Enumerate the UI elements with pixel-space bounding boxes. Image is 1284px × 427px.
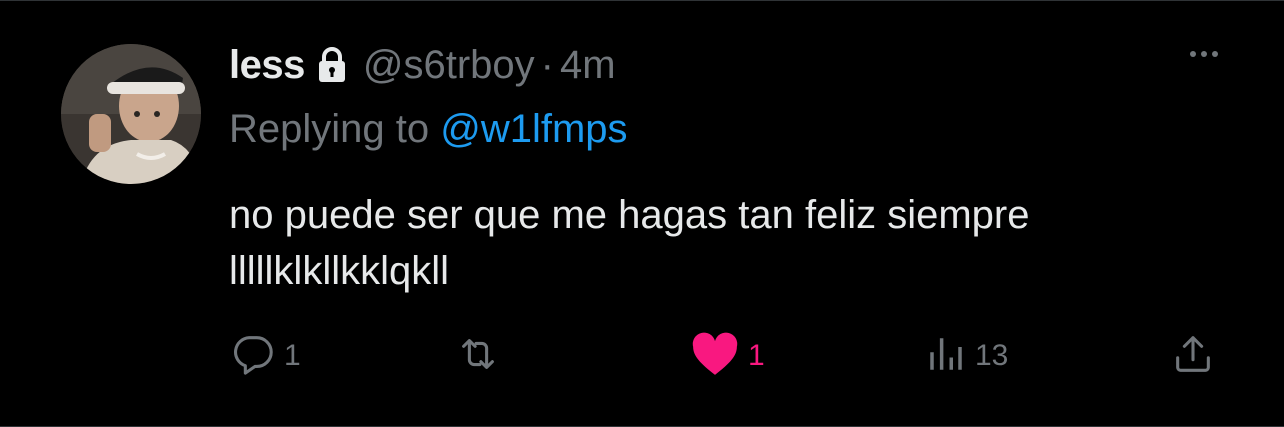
share-button[interactable]: [1170, 326, 1216, 386]
reply-icon: [230, 331, 276, 382]
tweet-text-line: lllllklkllkklqkll: [229, 249, 449, 293]
lock-icon: [317, 47, 347, 83]
like-count: 1: [748, 339, 765, 372]
tweet[interactable]: less @s6trboy · 4m Replying to @w1lfmps …: [0, 0, 1284, 427]
more-icon[interactable]: [1190, 51, 1218, 57]
tweet-text-line: no puede ser que me hagas tan feliz siem…: [229, 193, 1030, 237]
display-name[interactable]: less: [229, 43, 305, 88]
views-count: 13: [975, 339, 1009, 372]
action-bar: 1 1 13: [0, 326, 1284, 386]
share-icon: [1170, 331, 1216, 382]
replying-to: Replying to @w1lfmps: [229, 107, 628, 152]
replying-mention-link[interactable]: @w1lfmps: [440, 107, 627, 151]
retweet-icon: [455, 331, 501, 382]
tweet-header: less @s6trboy · 4m: [229, 39, 616, 91]
handle[interactable]: @s6trboy: [363, 43, 535, 88]
views-icon: [925, 331, 967, 382]
like-button[interactable]: 1: [690, 326, 765, 386]
timestamp[interactable]: 4m: [560, 43, 616, 88]
avatar-image: [61, 44, 201, 184]
separator-dot: ·: [540, 42, 554, 87]
reply-button[interactable]: 1: [230, 326, 301, 386]
retweet-button[interactable]: [455, 326, 509, 386]
replying-prefix: Replying to: [229, 107, 441, 151]
heart-icon: [690, 331, 740, 382]
avatar[interactable]: [61, 44, 201, 184]
views-button[interactable]: 13: [925, 326, 1008, 386]
reply-count: 1: [284, 339, 301, 372]
tweet-text: no puede ser que me hagas tan feliz siem…: [229, 187, 1229, 299]
